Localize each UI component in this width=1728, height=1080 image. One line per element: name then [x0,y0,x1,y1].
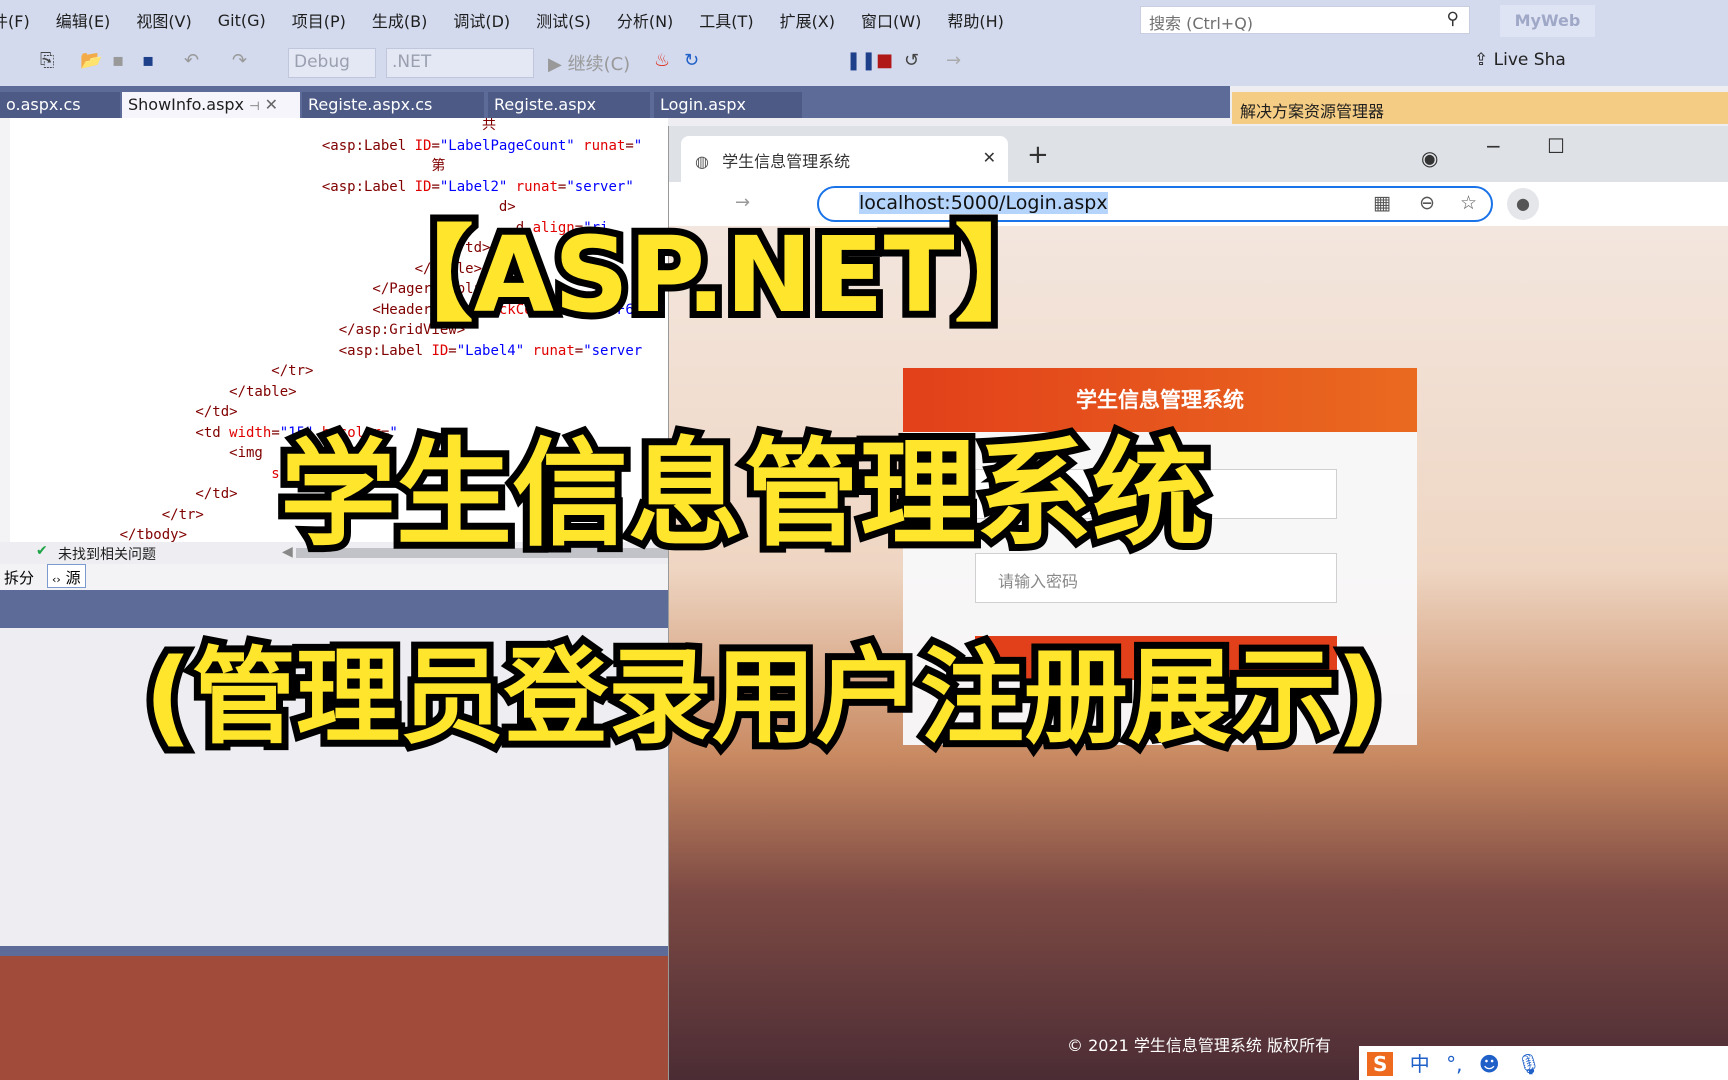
platform-select[interactable]: .NET [386,48,534,78]
minimize-icon[interactable]: − [1485,134,1502,158]
document-tabs: o.aspx.cs ShowInfo.aspx ⊣ ✕ Registe.aspx… [0,86,1230,118]
tab-label: Login.aspx [660,95,747,114]
undo-icon[interactable]: ↶ [184,50,199,71]
split-view-button[interactable]: 拆分 [4,567,34,588]
code-line: <asp:Label ID="Label4" runat="server [10,342,643,359]
menu-item[interactable]: 项目(P) [292,8,346,32]
step-icon[interactable]: → [946,50,961,71]
code-line: <asp:Label ID="LabelPageCount" runat=" [10,137,643,154]
code-line: </table> [10,383,297,400]
menu-item[interactable]: 调试(D) [453,8,510,32]
sogou-logo: S [1367,1052,1394,1076]
stop-icon[interactable]: ■ [876,50,893,71]
continue-button[interactable]: ▶ 继续(C) [548,50,630,76]
close-icon[interactable]: ✕ [265,95,278,114]
tab-file[interactable]: o.aspx.cs [0,92,120,118]
save-all-icon[interactable]: ▪ [142,50,154,71]
search-icon: ⚲ [1446,9,1459,29]
menu-item[interactable]: 生成(B) [372,8,427,32]
ime-toolbar: S 中 °, ☻ 🎙 [1359,1046,1728,1080]
code-icon: ‹› [52,573,61,586]
source-label: 源 [65,569,81,587]
ime-mode[interactable]: 中 [1410,1052,1430,1076]
tab-label: ShowInfo.aspx [128,95,245,114]
restart-icon[interactable]: ↺ [904,50,919,71]
menu-item[interactable]: 扩展(X) [780,8,835,32]
menu-item[interactable]: 窗口(W) [861,8,921,32]
emoji-icon[interactable]: ☻ [1479,1052,1500,1076]
menu-item[interactable]: 工具(T) [699,8,753,32]
search-placeholder: 搜索 (Ctrl+Q) [1149,14,1254,33]
browser-tab[interactable]: ◍ 学生信息管理系统 ✕ [681,136,1008,182]
tab-registe[interactable]: Registe.aspx [488,92,650,118]
browser-tab-title: 学生信息管理系统 [722,152,851,171]
menu-item[interactable]: 视图(V) [136,8,191,32]
menu-item[interactable]: 帮助(H) [947,8,1004,32]
search-input[interactable]: 搜索 (Ctrl+Q) ⚲ [1140,6,1470,34]
pin-icon[interactable]: ⊣ [249,99,259,113]
menu-item[interactable]: 件(F) [0,8,30,32]
redo-icon[interactable]: ↷ [232,50,247,71]
code-line: 共 [10,118,497,133]
live-share-button[interactable]: ⇪ Live Sha [1474,50,1566,70]
status-strip [0,946,668,956]
config-select[interactable]: Debug [288,48,376,78]
ime-punct[interactable]: °, [1446,1052,1462,1076]
menu-item[interactable]: 测试(S) [536,8,591,32]
open-icon[interactable]: 📂 [80,50,102,71]
code-line: </tr> [10,363,314,379]
tab-registe-cs[interactable]: Registe.aspx.cs [302,92,484,118]
continue-label: 继续(C) [567,54,631,75]
new-tab-icon[interactable]: + [1027,140,1049,170]
overlay-subtitle: 学生信息管理系统 [273,420,1215,569]
tab-label: o.aspx.cs [6,95,81,114]
mic-icon[interactable]: 🎙 [1516,1052,1541,1076]
save-icon[interactable]: ▪ [112,50,124,71]
globe-icon: ◍ [695,152,709,171]
solution-explorer-header: 解决方案资源管理器 [1232,92,1728,124]
hot-reload-icon[interactable]: ♨ [654,50,670,71]
refresh-icon[interactable]: ↻ [684,50,699,71]
overlay-title: 【ASP.NET】 [362,207,1065,343]
tab-showinfo[interactable]: ShowInfo.aspx ⊣ ✕ [122,92,300,118]
live-share-label: Live Sha [1493,50,1566,70]
tab-label: Registe.aspx.cs [308,95,433,114]
code-line: 第 [10,158,446,174]
tab-login[interactable]: Login.aspx [654,92,802,118]
menu-item[interactable]: 编辑(E) [56,8,111,32]
pause-icon[interactable]: ❚❚ [846,50,876,71]
menu-item[interactable]: Git(G) [218,11,266,30]
maximize-icon[interactable]: ☐ [1547,134,1565,158]
menu-item[interactable]: 分析(N) [617,8,673,32]
toolbar: ⎘ 📂 ▪ ▪ ↶ ↷ Debug .NET ▶ 继续(C) ♨ ↻ ❚❚ ■ … [0,40,1728,86]
tab-search-icon[interactable]: ◉ [1421,146,1438,170]
overlay-caption: (管理员登录用户注册展示) [137,629,1390,765]
close-tab-icon[interactable]: ✕ [983,148,996,167]
desktop-background [0,956,668,1080]
tab-label: Registe.aspx [494,95,597,114]
new-item-icon[interactable]: ⎘ [40,50,54,71]
solution-name: MyWeb [1500,5,1595,37]
